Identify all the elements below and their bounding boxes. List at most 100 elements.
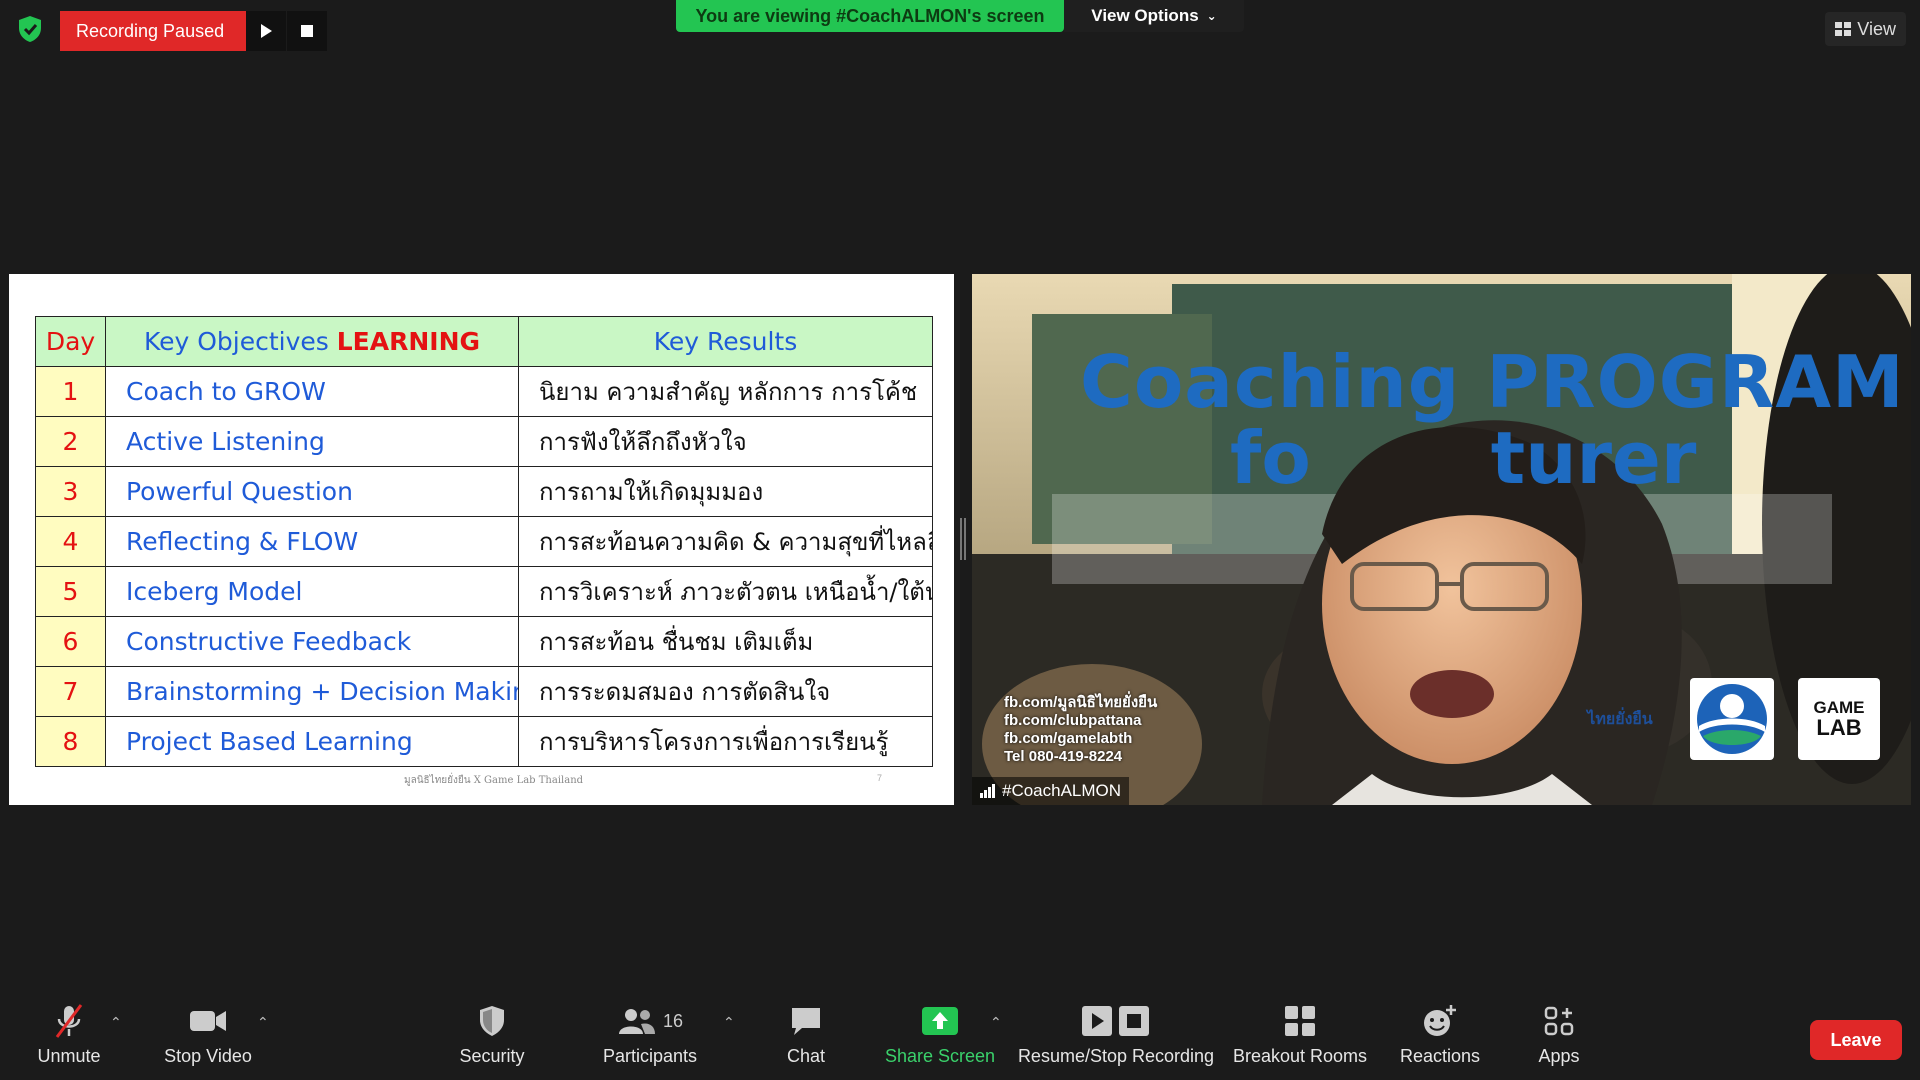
header-day: Day [35, 316, 106, 367]
recording-status: Recording Paused [60, 11, 246, 51]
recording-status-label: Recording Paused [76, 20, 225, 41]
view-layout-label: View [1857, 18, 1896, 39]
reactions-label: Reactions [1399, 1046, 1481, 1066]
table-body: 1 Coach to GROW นิยาม ความสำคัญ หลักการ กา… [35, 366, 933, 767]
chat-label: Chat [786, 1046, 826, 1066]
unmute-label: Unmute [37, 1046, 101, 1066]
thaiyangyuen-logo-text: ไทยยั่งยืน [1587, 710, 1653, 728]
day-cell: 6 [35, 616, 106, 667]
viewing-banner-text: You are viewing #CoachALMON's screen [695, 5, 1045, 26]
day-cell: 4 [35, 516, 106, 567]
shared-screen-slide: Day Key Objectives LEARNING Key Results … [9, 274, 954, 805]
speaker-video-tile[interactable]: Coaching PROGRAM fo turer fb.com/มูลนิธิไ… [972, 274, 1911, 805]
apps-button[interactable]: Apps [1524, 1000, 1594, 1074]
table-row: 3 Powerful Question การถามให้เกิดมุมมอง [35, 466, 933, 517]
view-layout-button[interactable]: View [1825, 12, 1906, 46]
share-screen-button[interactable]: Share Screen [882, 1000, 998, 1074]
muted-microphone-icon [53, 1000, 85, 1042]
chat-button[interactable]: Chat [776, 1000, 836, 1074]
table-row: 2 Active Listening การฟังให้ลึกถึงหัวใจ [35, 416, 933, 467]
participants-options-chevron-icon[interactable]: ⌃ [723, 1014, 735, 1031]
view-options-button[interactable]: View Options ⌄ [1064, 0, 1244, 32]
game-lab-logo: GAME LAB [1798, 678, 1880, 760]
day-cell: 8 [35, 716, 106, 767]
chevron-down-icon: ⌄ [1206, 9, 1217, 23]
share-screen-label: Share Screen [884, 1046, 996, 1066]
objectives-table: Day Key Objectives LEARNING Key Results … [35, 316, 933, 767]
header-objectives-accent: LEARNING [336, 327, 481, 356]
chat-bubble-icon [790, 1000, 822, 1042]
view-options-label: View Options [1091, 6, 1199, 25]
stop-recording-button[interactable] [287, 11, 327, 51]
resume-stop-recording-button[interactable]: Resume/Stop Recording [1016, 1000, 1216, 1074]
unmute-button[interactable]: Unmute [30, 1000, 108, 1074]
share-options-chevron-icon[interactable]: ⌃ [990, 1014, 1002, 1031]
zoom-meeting-window: Recording Paused You are viewing #CoachA… [0, 0, 1920, 1080]
table-row: 6 Constructive Feedback การสะท้อน ชื่นชม เ… [35, 616, 933, 667]
security-shield-icon[interactable] [16, 14, 44, 44]
participants-label: Participants [602, 1046, 698, 1066]
table-header-row: Day Key Objectives LEARNING Key Results [35, 316, 933, 367]
result-cell: นิยาม ความสำคัญ หลักการ การโค้ช [518, 366, 933, 417]
video-background-title: Coaching PROGRAM [1080, 340, 1905, 424]
result-cell: การสะท้อน ชื่นชม เติมเต็ม [518, 616, 933, 667]
objective-cell: Reflecting & FLOW [105, 516, 519, 567]
video-background-subtitle: fo turer [1230, 416, 1696, 500]
resume-stop-recording-label: Resume/Stop Recording [1017, 1046, 1215, 1066]
breakout-rooms-button[interactable]: Breakout Rooms [1226, 1000, 1374, 1074]
participants-count: 16 [662, 1010, 684, 1031]
security-label: Security [459, 1046, 525, 1066]
objective-cell: Brainstorming + Decision Making [105, 666, 519, 717]
day-cell: 7 [35, 666, 106, 717]
leave-button[interactable]: Leave [1810, 1020, 1902, 1060]
table-row: 4 Reflecting & FLOW การสะท้อนความคิด & ควา… [35, 516, 933, 567]
meeting-toolbar: Unmute ⌃ Stop Video ⌃ Security 16 Partic… [0, 990, 1920, 1080]
result-cell: การสะท้อนความคิด & ความสุขที่ไหลลื่น [518, 516, 933, 567]
resume-recording-button[interactable] [246, 11, 286, 51]
stop-icon [301, 25, 313, 37]
split-resize-handle[interactable] [960, 518, 966, 560]
stop-video-button[interactable]: Stop Video [158, 1000, 258, 1074]
grid-icon [1835, 22, 1852, 36]
table-row: 8 Project Based Learning การบริหารโครงการเ… [35, 716, 933, 767]
header-results: Key Results [518, 316, 933, 367]
security-button[interactable]: Security [452, 1000, 532, 1074]
subtitle-left: fo [1230, 416, 1311, 500]
contact-line: fb.com/gamelabth [1004, 730, 1133, 747]
breakout-rooms-icon [1284, 1000, 1316, 1042]
signal-strength-icon [980, 784, 995, 798]
participants-icon-wrap: 16 [617, 1000, 683, 1042]
day-cell: 5 [35, 566, 106, 617]
foundation-logo [1690, 678, 1774, 760]
reactions-button[interactable]: Reactions [1390, 1000, 1490, 1074]
thaiyangyuen-logo: ไทยยั่งยืน [1580, 678, 1660, 760]
header-objectives: Key Objectives LEARNING [105, 316, 519, 367]
contact-info: fb.com/มูลนิธิไทยยั่งยืน fb.com/clubpatt… [1004, 694, 1157, 766]
contact-line: fb.com/clubpattana [1004, 712, 1142, 729]
shield-icon [478, 1000, 506, 1042]
stop-video-label: Stop Video [164, 1046, 252, 1066]
objective-cell: Constructive Feedback [105, 616, 519, 667]
share-screen-icon [921, 1000, 959, 1042]
day-cell: 2 [35, 416, 106, 467]
apps-icon [1544, 1000, 1574, 1042]
slide-page-number: 7 [877, 773, 883, 783]
result-cell: การวิเคราะห์ ภาวะตัวตน เหนือน้ำ/ใต้น้ำ [518, 566, 933, 617]
participants-button[interactable]: 16 Participants [598, 1000, 702, 1074]
video-options-chevron-icon[interactable]: ⌃ [257, 1014, 269, 1031]
game-lab-logo-bottom: LAB [1816, 715, 1862, 740]
participant-name-tag: #CoachALMON [972, 777, 1130, 805]
viewing-banner: You are viewing #CoachALMON's screen [676, 0, 1064, 32]
video-camera-icon [189, 1000, 227, 1042]
table-row: 7 Brainstorming + Decision Making การระดมส… [35, 666, 933, 717]
objective-cell: Iceberg Model [105, 566, 519, 617]
result-cell: การบริหารโครงการเพื่อการเรียนรู้ [518, 716, 933, 767]
table-row: 5 Iceberg Model การวิเคราะห์ ภาวะตัวตน เหน… [35, 566, 933, 617]
objective-cell: Project Based Learning [105, 716, 519, 767]
result-cell: การฟังให้ลึกถึงหัวใจ [518, 416, 933, 467]
result-cell: การถามให้เกิดมุมมอง [518, 466, 933, 517]
breakout-rooms-label: Breakout Rooms [1232, 1046, 1368, 1066]
audio-options-chevron-icon[interactable]: ⌃ [110, 1014, 122, 1031]
result-cell: การระดมสมอง การตัดสินใจ [518, 666, 933, 717]
slide-footer: มูลนิธิไทยยั่งยืน X Game Lab Thailand [404, 775, 584, 786]
